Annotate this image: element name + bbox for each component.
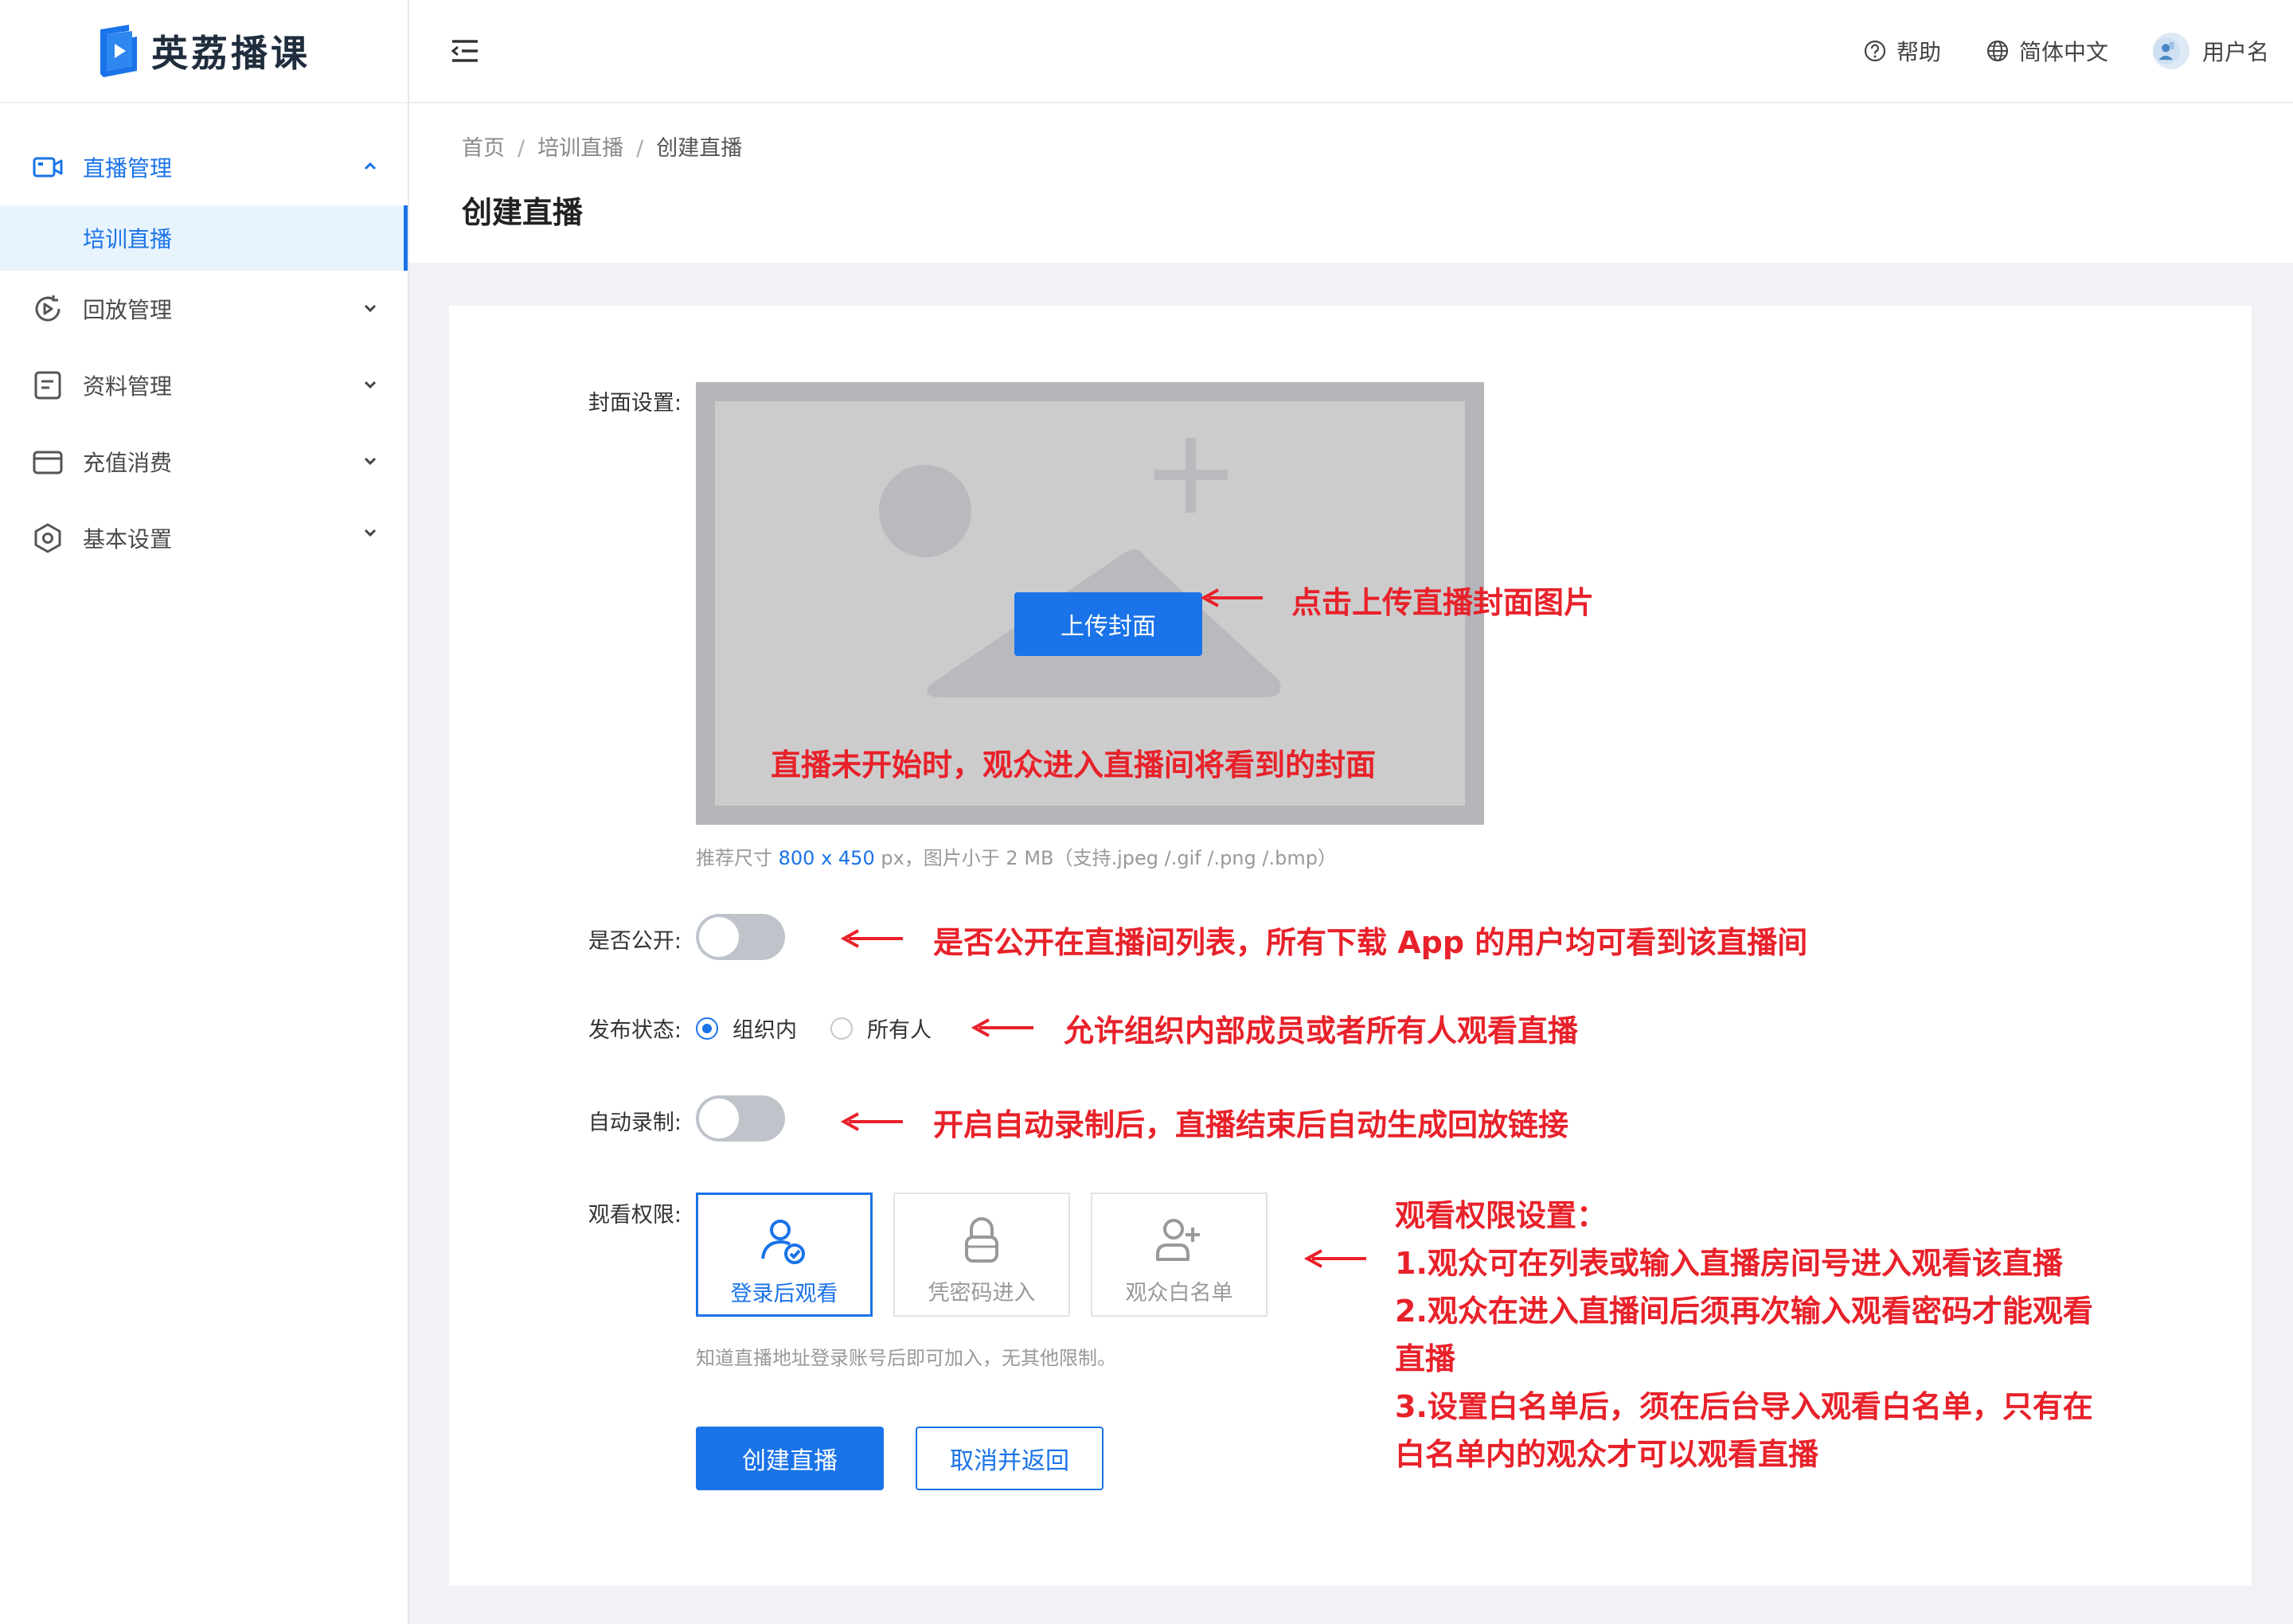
status-label: 发布状态: [588, 1018, 682, 1043]
sidebar-item-live[interactable]: 直播管理 [0, 129, 408, 205]
annotation-perm-2b: 直播 [1395, 1341, 1456, 1376]
sidebar-item-label: 资料管理 [83, 373, 173, 400]
breadcrumb-home[interactable]: 首页 [462, 136, 505, 161]
avatar [2152, 33, 2189, 69]
create-live-button[interactable]: 创建直播 [696, 1427, 884, 1490]
annotation-record: 开启自动录制后，直播结束后自动生成回放链接 [933, 1107, 1569, 1142]
user-add-icon [1156, 1219, 1200, 1261]
annotation-arrow-icon [1304, 1249, 1366, 1268]
page-title: 创建直播 [462, 195, 584, 230]
annotation-cover: 直播未开始时，观众进入直播间将看到的封面 [771, 748, 1377, 783]
chevron-down-icon [364, 457, 377, 466]
sidebar-item-materials[interactable]: 资料管理 [0, 347, 408, 424]
chevron-up-icon [364, 162, 377, 170]
menu-collapse-icon[interactable] [449, 35, 481, 67]
lock-icon [965, 1217, 998, 1263]
user-check-icon [761, 1220, 805, 1264]
wallet-icon [32, 446, 64, 478]
logo[interactable]: 英荔播课 [0, 0, 408, 103]
permission-password-label: 凭密码进入 [928, 1281, 1036, 1306]
breadcrumb: 首页 / 培训直播 / 创建直播 [462, 131, 742, 162]
breadcrumb-current: 创建直播 [656, 136, 743, 161]
sidebar-item-playback[interactable]: 回放管理 [0, 271, 408, 347]
sidebar-item-label: 基本设置 [83, 526, 173, 552]
status-option-all[interactable]: 所有人 [867, 1013, 932, 1044]
hint-suffix: px，图片小于 2 MB（支持.jpeg /.gif /.png /.bmp） [881, 847, 1337, 869]
video-camera-icon [32, 151, 64, 183]
globe-icon [1986, 40, 2009, 62]
cover-size-hint: 推荐尺寸 800 x 450 px，图片小于 2 MB（支持.jpeg /.gi… [696, 842, 1337, 870]
sidebar-item-label: 回放管理 [83, 297, 173, 323]
sidebar-item-recharge[interactable]: 充值消费 [0, 424, 408, 500]
hint-prefix: 推荐尺寸 [696, 847, 772, 869]
status-radio-group: 组织内 所有人 [696, 1013, 932, 1044]
upload-cover-button[interactable]: 上传封面 [1014, 592, 1202, 656]
sidebar-item-label: 充值消费 [83, 450, 173, 476]
username: 用户名 [2201, 39, 2269, 65]
permission-login-label: 登录后观看 [730, 1282, 838, 1306]
permission-login[interactable]: 登录后观看 [696, 1193, 873, 1317]
record-label: 自动录制: [588, 1111, 682, 1135]
breadcrumb-separator: / [636, 136, 644, 161]
page-header: 首页 / 培训直播 / 创建直播 创建直播 [409, 103, 2293, 263]
help-icon [1864, 40, 1886, 62]
status-radio-all[interactable] [830, 1017, 853, 1040]
app-name: 英荔播课 [151, 32, 311, 75]
auto-record-toggle[interactable] [696, 1095, 785, 1142]
settings-icon [32, 522, 64, 554]
public-toggle[interactable] [696, 914, 785, 960]
permission-label: 观看权限: [588, 1203, 682, 1228]
chevron-down-icon [364, 304, 377, 313]
sidebar: 英荔播课 直播管理 培训直播 回放管理 资料管理 充值消费 基本设置 [0, 0, 409, 1624]
permission-password[interactable]: 凭密码进入 [893, 1193, 1070, 1317]
chevron-down-icon [364, 381, 377, 389]
document-icon [32, 369, 64, 401]
breadcrumb-section[interactable]: 培训直播 [537, 136, 623, 161]
help-link[interactable]: 帮助 [1863, 35, 1941, 67]
sidebar-item-settings[interactable]: 基本设置 [0, 500, 408, 576]
app-logo-icon [100, 25, 137, 77]
annotation-perm-title: 观看权限设置： [1395, 1198, 1607, 1233]
sidebar-subitem-label: 培训直播 [83, 226, 173, 252]
permission-whitelist-label: 观众白名单 [1125, 1281, 1233, 1306]
annotation-perm-2: 2.观众在进入直播间后须再次输入观看密码才能观看 [1395, 1294, 2093, 1329]
public-label: 是否公开: [588, 929, 682, 954]
annotation-upload: 点击上传直播封面图片 [1291, 585, 1595, 620]
annotation-perm-3b: 白名单内的观众才可以观看直播 [1395, 1437, 1819, 1472]
hint-size: 800 x 450 [778, 847, 875, 869]
annotation-perm-3: 3.设置白名单后，须在后台导入观看白名单，只有在 [1395, 1389, 2093, 1424]
permission-whitelist[interactable]: 观众白名单 [1091, 1193, 1268, 1317]
cover-label: 封面设置: [588, 391, 682, 416]
annotation-perm-1: 1.观众可在列表或输入直播房间号进入观看该直播 [1395, 1246, 2063, 1281]
chevron-down-icon [364, 529, 377, 537]
annotation-arrow-icon [841, 929, 903, 948]
language-label: 简体中文 [2018, 39, 2108, 65]
sidebar-subitem-training-live[interactable]: 培训直播 [0, 205, 408, 271]
breadcrumb-separator: / [518, 136, 525, 161]
annotation-arrow-icon [1201, 588, 1263, 607]
help-label: 帮助 [1896, 39, 1941, 65]
playback-icon [32, 293, 64, 325]
annotation-status: 允许组织内部成员或者所有人观看直播 [1064, 1013, 1579, 1048]
sidebar-item-label: 直播管理 [83, 155, 173, 182]
language-switcher[interactable]: 简体中文 [1986, 35, 2108, 67]
status-option-org[interactable]: 组织内 [732, 1013, 797, 1044]
cancel-return-button[interactable]: 取消并返回 [916, 1427, 1104, 1490]
sidebar-menu: 直播管理 培训直播 回放管理 资料管理 充值消费 基本设置 [0, 129, 408, 576]
status-radio-org[interactable] [696, 1017, 718, 1040]
header-actions: 帮助 简体中文 用户名 [1818, 0, 2269, 102]
user-menu[interactable]: 用户名 [2152, 33, 2269, 69]
annotation-public: 是否公开在直播间列表，所有下载 App 的用户均可看到该直播间 [933, 925, 1808, 960]
top-header: 帮助 简体中文 用户名 [409, 0, 2293, 103]
annotation-arrow-icon [971, 1018, 1033, 1037]
permission-hint: 知道直播地址登录账号后即可加入，无其他限制。 [696, 1347, 1116, 1369]
annotation-arrow-icon [841, 1112, 903, 1131]
